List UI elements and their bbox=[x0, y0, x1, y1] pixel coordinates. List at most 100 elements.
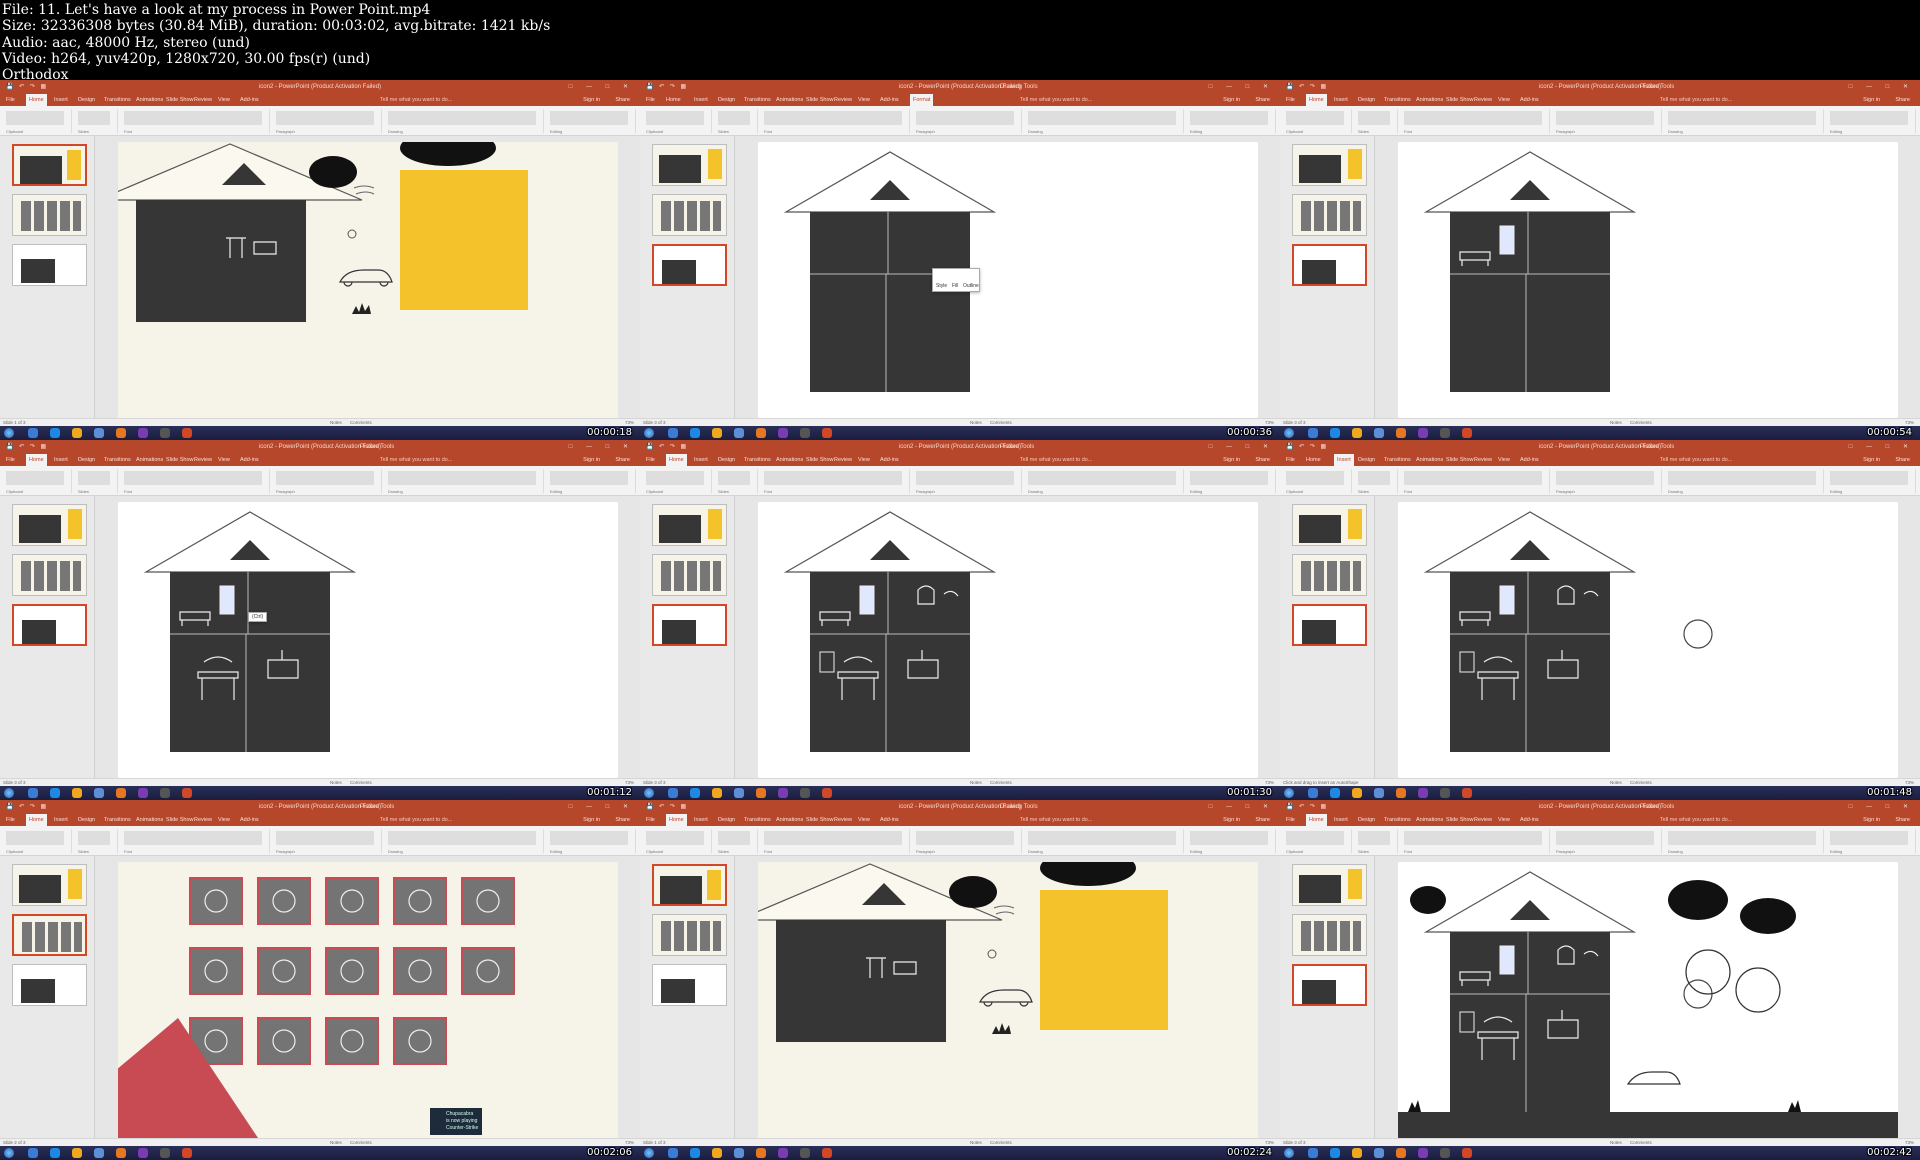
ribbon-group[interactable]: Font bbox=[120, 829, 270, 854]
start-button-icon[interactable] bbox=[1284, 1148, 1294, 1158]
taskbar-app-icon[interactable] bbox=[1352, 1148, 1362, 1158]
tab-design[interactable]: Design bbox=[1358, 94, 1375, 106]
ribbon-controls[interactable] bbox=[1358, 471, 1390, 485]
tab-home[interactable]: Home bbox=[26, 94, 47, 106]
taskbar-app-icon[interactable] bbox=[1330, 1148, 1340, 1158]
tab-insert[interactable]: Insert bbox=[54, 94, 68, 106]
taskbar-app-icon[interactable] bbox=[94, 428, 104, 438]
slide-thumbnail-1[interactable] bbox=[1292, 864, 1367, 906]
sign-in-link[interactable]: Sign in bbox=[1223, 814, 1240, 826]
ribbon-group[interactable]: Font bbox=[120, 469, 270, 494]
tab-view[interactable]: View bbox=[218, 814, 230, 826]
tab-home[interactable]: Home bbox=[1306, 94, 1327, 106]
slide-thumbnail-1[interactable] bbox=[652, 504, 727, 546]
sign-in-link[interactable]: Sign in bbox=[583, 454, 600, 466]
tab-animations[interactable]: Animations bbox=[776, 454, 803, 466]
slide-editing-canvas[interactable] bbox=[1376, 136, 1920, 418]
tab-design[interactable]: Design bbox=[78, 94, 95, 106]
taskbar-app-icon[interactable] bbox=[1462, 428, 1472, 438]
ribbon-group[interactable]: Clipboard bbox=[1282, 469, 1352, 494]
slide-thumbnail-2[interactable] bbox=[652, 554, 727, 596]
ribbon-controls[interactable] bbox=[916, 831, 1014, 845]
ribbon-controls[interactable] bbox=[1286, 471, 1344, 485]
tab-animations[interactable]: Animations bbox=[136, 814, 163, 826]
ribbon-controls[interactable] bbox=[1358, 831, 1390, 845]
taskbar-app-icon[interactable] bbox=[800, 1148, 810, 1158]
tab-insert[interactable]: Insert bbox=[694, 94, 708, 106]
ribbon-controls[interactable] bbox=[388, 111, 536, 125]
tell-me-search[interactable]: Tell me what you want to do... bbox=[1660, 454, 1732, 466]
tab-design[interactable]: Design bbox=[1358, 814, 1375, 826]
ribbon-controls[interactable] bbox=[1028, 471, 1176, 485]
current-slide[interactable] bbox=[118, 142, 618, 418]
taskbar-app-icon[interactable] bbox=[28, 788, 38, 798]
taskbar-app-icon[interactable] bbox=[1330, 428, 1340, 438]
tab-animations[interactable]: Animations bbox=[776, 94, 803, 106]
slide-thumbnail-2[interactable] bbox=[1292, 554, 1367, 596]
taskbar-app-icon[interactable] bbox=[822, 788, 832, 798]
tab-transitions[interactable]: Transitions bbox=[744, 454, 771, 466]
ribbon-group[interactable]: Drawing bbox=[1664, 829, 1824, 854]
slide-thumbnail-3[interactable] bbox=[1292, 604, 1367, 646]
ribbon-controls[interactable] bbox=[1830, 111, 1908, 125]
taskbar-app-icon[interactable] bbox=[712, 428, 722, 438]
slide-thumbnail-3[interactable] bbox=[12, 244, 87, 286]
tell-me-search[interactable]: Tell me what you want to do... bbox=[1020, 814, 1092, 826]
slide-thumbnail-2[interactable] bbox=[652, 194, 727, 236]
tell-me-search[interactable]: Tell me what you want to do... bbox=[1660, 94, 1732, 106]
quick-access-toolbar[interactable]: 💾 ↶ ↷ ▦ bbox=[646, 80, 688, 94]
window-controls[interactable]: □ — □ ✕ bbox=[1849, 800, 1914, 814]
start-button-icon[interactable] bbox=[644, 428, 654, 438]
ribbon-group[interactable]: Slides bbox=[74, 109, 118, 134]
ribbon-controls[interactable] bbox=[916, 111, 1014, 125]
ribbon-controls[interactable] bbox=[1028, 831, 1176, 845]
ribbon-group[interactable]: Clipboard bbox=[642, 469, 712, 494]
taskbar-app-icon[interactable] bbox=[778, 788, 788, 798]
taskbar-app-icon[interactable] bbox=[712, 1148, 722, 1158]
ribbon-group[interactable]: Paragraph bbox=[272, 469, 382, 494]
taskbar-app-icon[interactable] bbox=[668, 788, 678, 798]
ribbon-controls[interactable] bbox=[388, 831, 536, 845]
tab-review[interactable]: Review bbox=[834, 94, 852, 106]
taskbar-app-icon[interactable] bbox=[712, 788, 722, 798]
start-button-icon[interactable] bbox=[1284, 428, 1294, 438]
ribbon-controls[interactable] bbox=[1668, 831, 1816, 845]
start-button-icon[interactable] bbox=[4, 788, 14, 798]
taskbar-app-icon[interactable] bbox=[94, 788, 104, 798]
ribbon-group[interactable]: Drawing bbox=[1024, 829, 1184, 854]
slide-editing-canvas[interactable] bbox=[736, 856, 1280, 1138]
tab-design[interactable]: Design bbox=[78, 454, 95, 466]
tab-home[interactable]: Home bbox=[1306, 454, 1321, 466]
tab-file[interactable]: File bbox=[6, 814, 15, 826]
taskbar-app-icon[interactable] bbox=[116, 788, 126, 798]
taskbar-app-icon[interactable] bbox=[138, 788, 148, 798]
share-button[interactable]: Share bbox=[1255, 814, 1270, 826]
ribbon-controls[interactable] bbox=[1404, 831, 1542, 845]
current-slide[interactable] bbox=[1398, 502, 1898, 778]
slide-editing-canvas[interactable] bbox=[1376, 856, 1920, 1138]
taskbar-app-icon[interactable] bbox=[1440, 428, 1450, 438]
slide-thumbnail-2[interactable] bbox=[12, 554, 87, 596]
tab-format[interactable]: Format bbox=[910, 94, 934, 106]
start-button-icon[interactable] bbox=[644, 1148, 654, 1158]
tab-slide-show[interactable]: Slide Show bbox=[1446, 94, 1474, 106]
taskbar-app-icon[interactable] bbox=[668, 428, 678, 438]
ribbon-group[interactable]: Clipboard bbox=[2, 829, 72, 854]
tab-design[interactable]: Design bbox=[1358, 454, 1375, 466]
taskbar-app-icon[interactable] bbox=[182, 788, 192, 798]
tab-insert[interactable]: Insert bbox=[1334, 94, 1348, 106]
current-slide[interactable] bbox=[758, 502, 1258, 778]
ribbon-group[interactable]: Drawing bbox=[1664, 109, 1824, 134]
ribbon-controls[interactable] bbox=[78, 831, 110, 845]
ribbon-group[interactable]: Font bbox=[760, 829, 910, 854]
taskbar-app-icon[interactable] bbox=[1352, 428, 1362, 438]
ribbon-group[interactable]: Paragraph bbox=[1552, 829, 1662, 854]
paste-options-popup[interactable]: (Ctrl) bbox=[248, 612, 268, 622]
taskbar-app-icon[interactable] bbox=[1418, 428, 1428, 438]
ribbon-controls[interactable] bbox=[276, 471, 374, 485]
taskbar-app-icon[interactable] bbox=[1308, 428, 1318, 438]
taskbar-app-icon[interactable] bbox=[1374, 1148, 1384, 1158]
ribbon-group[interactable]: Font bbox=[760, 109, 910, 134]
tab-transitions[interactable]: Transitions bbox=[104, 814, 131, 826]
slide-editing-canvas[interactable]: (Ctrl) bbox=[96, 496, 640, 778]
